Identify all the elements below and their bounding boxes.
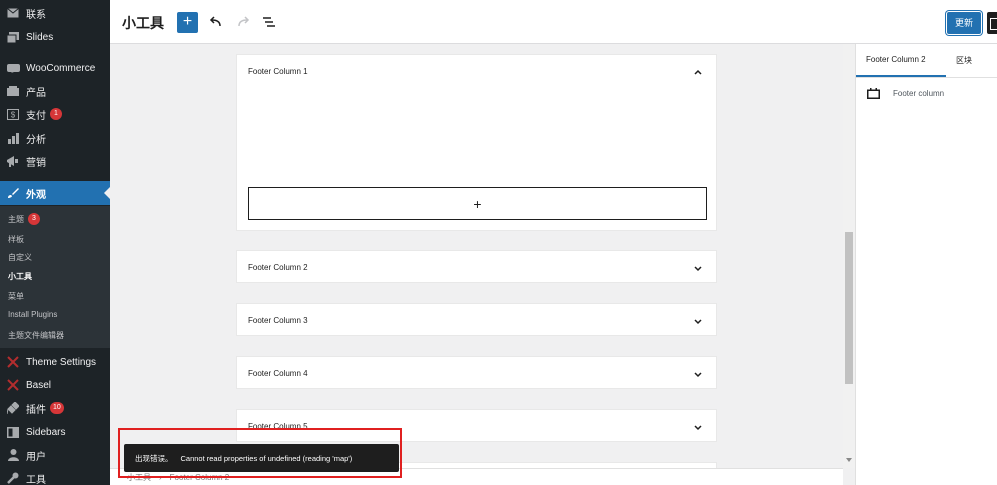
marketing-icon: [6, 154, 20, 168]
chevron-down-icon: [694, 319, 702, 325]
sidebars-icon: [6, 425, 20, 439]
panel-title: Footer Column 3: [248, 316, 308, 325]
submenu-item-theme-file-editor[interactable]: 主题文件编辑器: [8, 330, 64, 341]
woocommerce-icon: [6, 61, 20, 75]
widget-area-footer-column-1: Footer Column 1 +: [236, 54, 717, 231]
panel-title: Footer Column 4: [248, 369, 308, 378]
submenu-item-customize[interactable]: 自定义: [8, 252, 32, 263]
submenu-item-themes[interactable]: 主题 3: [8, 213, 40, 225]
list-view-button[interactable]: [260, 13, 278, 31]
sidebar-item-marketing[interactable]: 营销: [0, 150, 110, 172]
panel-title: Footer Column 2: [248, 263, 308, 272]
chevron-down-icon: [694, 372, 702, 378]
update-button[interactable]: 更新: [947, 12, 981, 34]
canvas-scrollbar[interactable]: [843, 44, 855, 468]
panel-header[interactable]: Footer Column 4: [237, 357, 716, 390]
block-card: Footer column: [867, 88, 944, 99]
sidebar-item-woocommerce[interactable]: WooCommerce: [0, 57, 110, 79]
chevron-up-icon: [694, 69, 702, 75]
panel-header[interactable]: Footer Column 2: [237, 251, 716, 284]
undo-icon: [209, 16, 221, 27]
appearance-submenu: 主题 3 样板 自定义 小工具 菜单 Install Plugins 主题文件编…: [0, 206, 110, 348]
sidebar-item-payments[interactable]: $ 支付 1: [0, 103, 110, 125]
products-icon: [6, 84, 20, 98]
scrollbar-thumb[interactable]: [845, 232, 853, 384]
block-card-label: Footer column: [893, 89, 945, 98]
panel-title: Footer Column 1: [248, 67, 308, 76]
sidebar-item-analytics[interactable]: 分析: [0, 127, 110, 149]
submenu-item-menus[interactable]: 菜单: [8, 291, 24, 302]
settings-sidebar: Footer Column 2 区块 Footer column: [855, 44, 997, 485]
editor-header: 小工具 + 更新: [110, 0, 997, 44]
analytics-icon: [6, 131, 20, 145]
calendar-icon: [867, 88, 880, 99]
plugins-icon: [6, 401, 20, 415]
widget-area-footer-column-2[interactable]: Footer Column 2: [236, 250, 717, 283]
appearance-icon: [6, 186, 20, 200]
sidebar-item-plugins[interactable]: 插件 10: [0, 397, 110, 419]
payments-icon: $: [6, 107, 20, 121]
submenu-item-install-plugins[interactable]: Install Plugins: [8, 310, 57, 319]
sidebar-item-sidebars[interactable]: Sidebars: [0, 421, 110, 443]
admin-sidebar: 联系 Slides WooCommerce 产品 $ 支付 1 分析 营销 外观…: [0, 0, 110, 485]
submenu-item-widgets[interactable]: 小工具: [8, 271, 32, 282]
widget-area-footer-column-4[interactable]: Footer Column 4: [236, 356, 717, 389]
tab-block[interactable]: 区块: [956, 44, 972, 77]
chevron-down-icon: [694, 266, 702, 272]
panel-header[interactable]: Footer Column 3: [237, 304, 716, 337]
tools-icon: [6, 471, 20, 485]
plugins-count-badge: 10: [50, 402, 64, 414]
users-icon: [6, 448, 20, 462]
slides-icon: [6, 30, 20, 44]
themes-count-badge: 3: [28, 213, 40, 225]
panel-header[interactable]: Footer Column 1: [237, 55, 716, 88]
widget-area-footer-column-3[interactable]: Footer Column 3: [236, 303, 717, 336]
payments-count-badge: 1: [50, 108, 62, 120]
mail-icon: [6, 6, 20, 20]
tab-footer-column[interactable]: Footer Column 2: [856, 44, 946, 77]
sidebar-item-theme-settings[interactable]: Theme Settings: [0, 351, 110, 373]
redo-icon: [238, 16, 250, 27]
block-appender-button[interactable]: +: [248, 187, 707, 220]
sidebar-item-appearance[interactable]: 外观: [0, 181, 110, 205]
list-view-icon: [263, 17, 275, 27]
sidebar-item-contact[interactable]: 联系: [0, 2, 110, 24]
scroll-down-arrow-icon[interactable]: [846, 458, 852, 462]
sidebar-item-slides[interactable]: Slides: [0, 26, 110, 48]
sidebar-item-basel[interactable]: Basel: [0, 374, 110, 396]
add-block-button[interactable]: +: [177, 12, 198, 33]
undo-button[interactable]: [207, 13, 225, 31]
theme-settings-icon: [6, 355, 20, 369]
annotation-highlight-box: [118, 428, 402, 478]
sidebar-item-users[interactable]: 用户: [0, 444, 110, 466]
settings-toggle-button[interactable]: [987, 12, 997, 34]
tabs-divider: [856, 77, 997, 78]
page-title: 小工具: [122, 15, 164, 31]
sidebar-item-products[interactable]: 产品: [0, 80, 110, 102]
svg-text:$: $: [11, 110, 16, 119]
widget-area-canvas: Footer Column 1 + Footer Column 2 Footer…: [110, 44, 843, 468]
chevron-down-icon: [694, 425, 702, 431]
sidebar-item-tools[interactable]: 工具: [0, 467, 110, 485]
submenu-item-patterns[interactable]: 样板: [8, 234, 24, 245]
basel-icon: [6, 378, 20, 392]
redo-button[interactable]: [234, 13, 252, 31]
